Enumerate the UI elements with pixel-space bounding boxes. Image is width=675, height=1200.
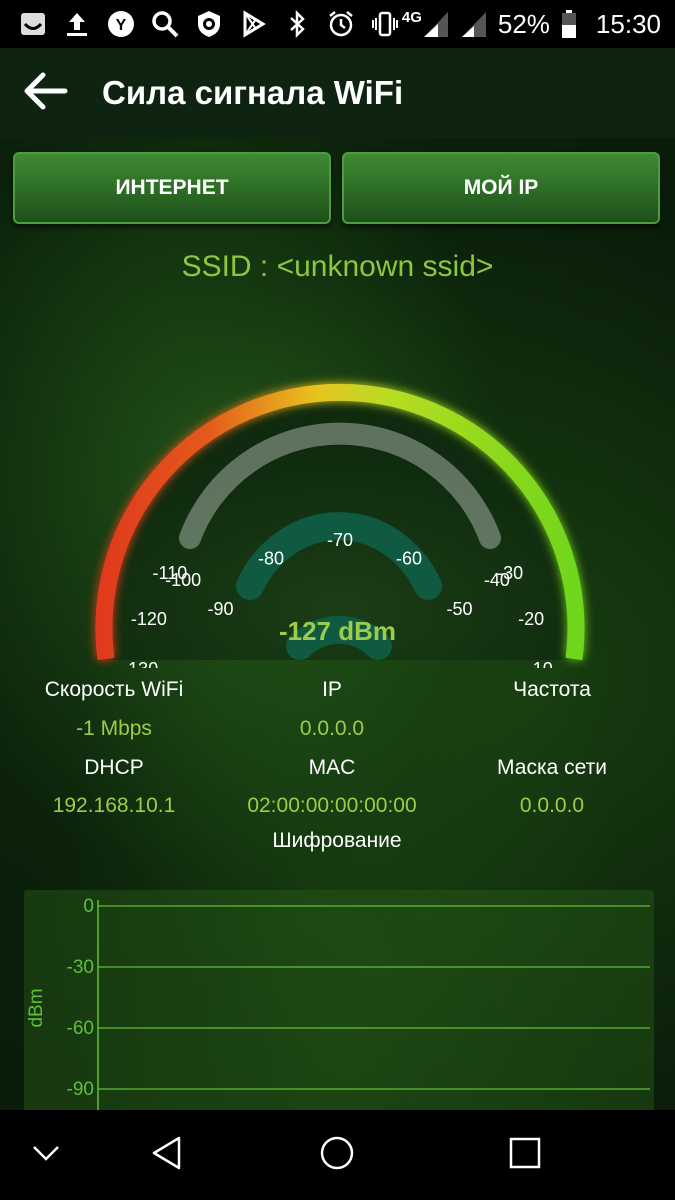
netmask-value: 0.0.0.0 — [519, 794, 585, 817]
graph-tick-label: -30 — [67, 957, 94, 978]
navigation-bar — [0, 1110, 675, 1200]
hide-keyboard-button[interactable] — [26, 1135, 66, 1175]
encryption-label: Шифрование — [272, 829, 402, 852]
gauge-tick-label: -30 — [497, 563, 523, 583]
graph-tick-label: 0 — [83, 896, 94, 917]
shield-icon — [194, 9, 224, 39]
signal-icon — [460, 9, 488, 39]
upload-icon — [62, 9, 92, 39]
graph-tick-label: -90 — [67, 1079, 94, 1100]
network-type: 4G — [401, 8, 422, 26]
signal-reading: -127 dBm — [278, 616, 397, 646]
gauge-tick-label: -60 — [396, 549, 422, 569]
svg-text:Y: Y — [116, 17, 127, 34]
dhcp-value: 192.168.10.1 — [52, 794, 176, 817]
battery-percent: 52% — [497, 8, 550, 39]
mac-value: 02:00:00:00:00:00 — [247, 794, 417, 817]
gauge-tick-label: -10 — [527, 659, 553, 668]
netmask-label: Маска сети — [497, 756, 607, 779]
chevron-down-icon — [31, 1143, 61, 1168]
app-bar: Сила сигнала WiFi — [0, 48, 675, 138]
back-nav-button[interactable] — [146, 1135, 186, 1175]
gauge-tick-label: -130 — [122, 659, 158, 668]
gauge-tick-label: -80 — [258, 549, 284, 569]
battery-icon — [560, 9, 578, 39]
graph-gridlines: 0 -30 -60 -90 — [67, 896, 650, 1100]
back-button[interactable] — [0, 48, 90, 138]
search-icon — [150, 9, 180, 39]
graph-tick-label: -60 — [67, 1018, 94, 1039]
home-button[interactable] — [317, 1135, 357, 1175]
clock: 15:30 — [595, 8, 661, 39]
ip-label: IP — [322, 678, 342, 701]
back-triangle-icon — [149, 1135, 183, 1176]
gauge-tick-label: -70 — [327, 530, 353, 550]
frequency-label: Частота — [513, 678, 591, 701]
internet-button[interactable]: ИНТЕРНЕТ — [13, 152, 331, 224]
play-store-icon — [238, 9, 268, 39]
ip-value: 0.0.0.0 — [299, 717, 365, 740]
ssid-label: SSID : <unknown ssid> — [181, 250, 494, 283]
alarm-icon — [326, 9, 356, 39]
recents-button[interactable] — [505, 1135, 545, 1175]
wifi-speed-label: Скорость WiFi — [44, 678, 184, 701]
gauge-tick-label: -100 — [165, 570, 201, 590]
recents-square-icon — [508, 1136, 542, 1175]
dhcp-label: DHCP — [84, 756, 144, 779]
main-content: ИНТЕРНЕТ МОЙ IP SSID : <unknown ssid> -1… — [0, 138, 675, 1110]
graph-ylabel: dBm — [26, 988, 47, 1027]
my-ip-button[interactable]: МОЙ IP — [342, 152, 660, 224]
signal-gauge: -140-130-120-110-100-90-80-70-60-50-40-3… — [95, 383, 585, 668]
signal-icon — [422, 9, 450, 39]
yandex-icon: Y — [106, 9, 136, 39]
home-circle-icon — [318, 1134, 356, 1177]
mac-label: MAC — [308, 756, 356, 779]
bluetooth-icon — [282, 9, 312, 39]
page-title: Сила сигнала WiFi — [102, 74, 404, 111]
vibrate-icon — [370, 9, 400, 39]
signal-history-graph: dBm 0 -30 -60 -90 — [24, 890, 654, 1110]
status-bar: Y 4G 52% 15:30 — [0, 0, 675, 48]
wifi-speed-value: -1 Mbps — [76, 717, 152, 740]
arrow-left-icon — [21, 71, 69, 116]
inbox-icon — [18, 9, 48, 39]
